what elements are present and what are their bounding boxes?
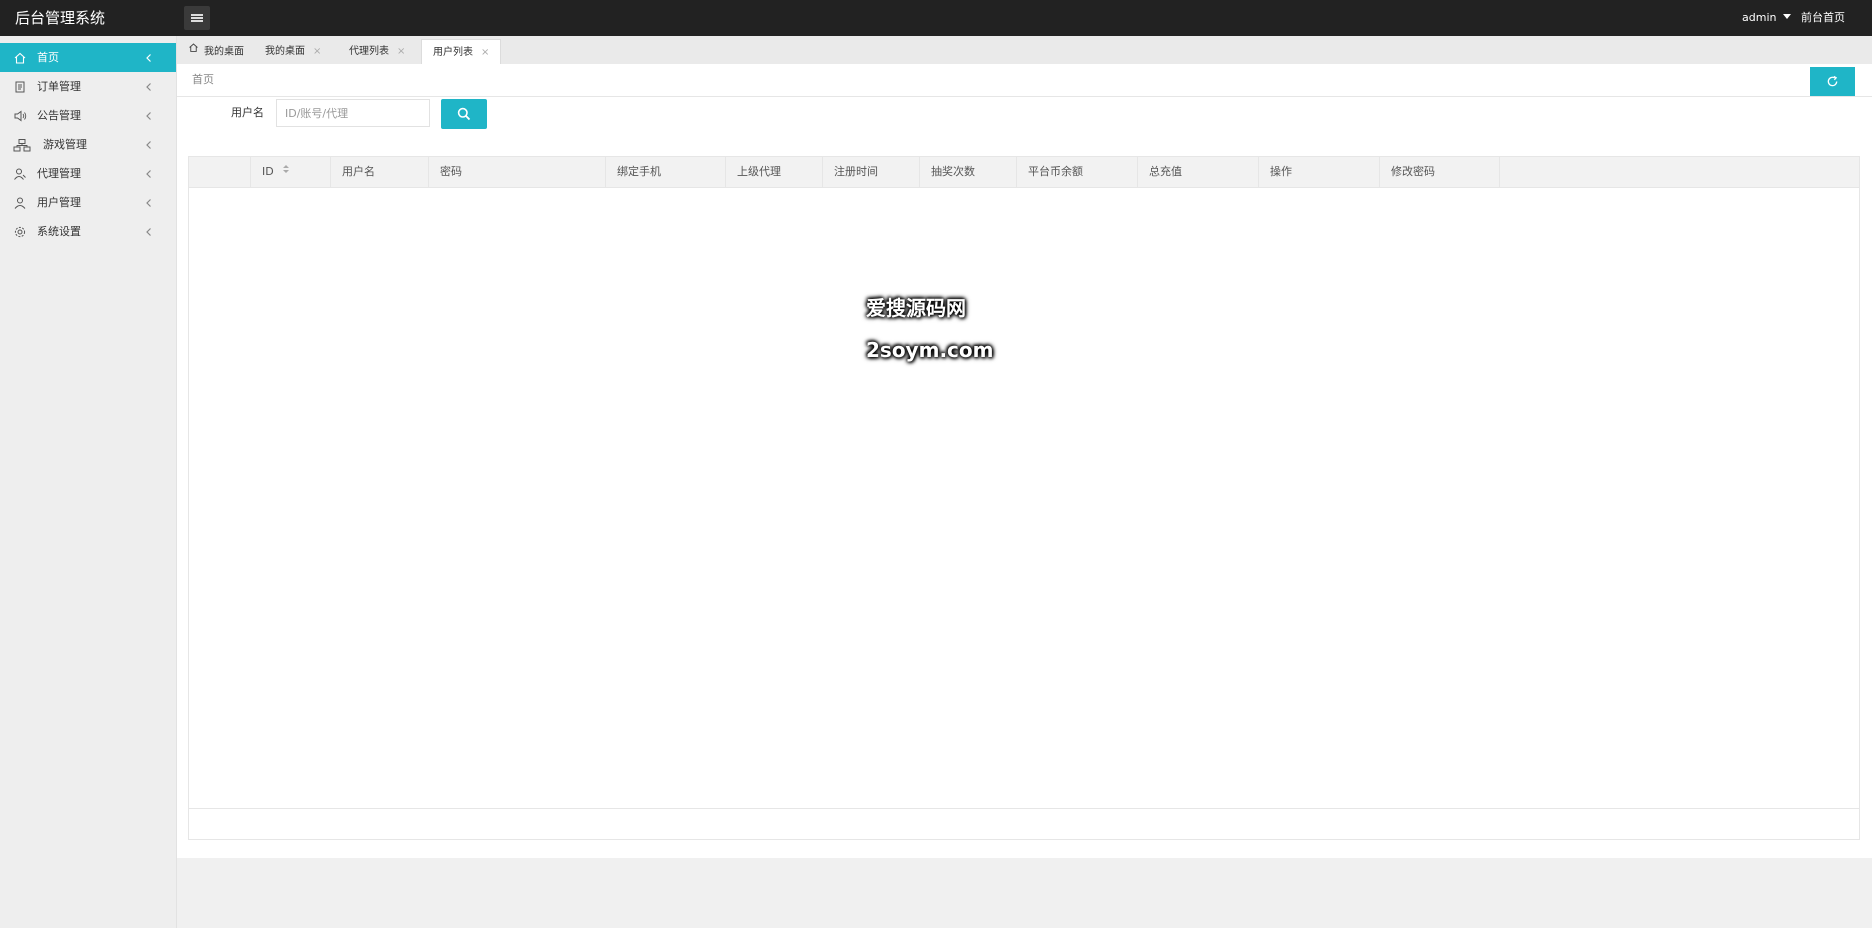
tab-label: 代理列表 [349, 46, 389, 57]
tab-label: 我的桌面 [265, 46, 305, 57]
user-table: ID 用户名 密码 绑定手机 上级代理 注册时间 抽奖次数 平台币余额 总充值 … [188, 156, 1860, 840]
caret-down-icon [1783, 13, 1792, 19]
document-icon [13, 80, 27, 94]
table-header-password: 密码 [429, 157, 606, 187]
search-icon [457, 107, 471, 121]
table-header-actions: 操作 [1259, 157, 1380, 187]
search-button[interactable] [441, 99, 487, 129]
user-name: admin [1742, 11, 1777, 24]
tab-label: 我的桌面 [204, 46, 244, 58]
sidebar-item-orders[interactable]: 订单管理 [0, 72, 176, 101]
chevron-left-icon [144, 111, 154, 121]
chevron-left-icon [144, 169, 154, 179]
sidebar-item-label: 用户管理 [37, 196, 81, 209]
sidebar: 首页 订单管理 公告管理 游戏管理 代理管理 用户管理 系统设置 [0, 36, 177, 928]
table-header-total-recharge: 总充值 [1138, 157, 1259, 187]
tab-user-list[interactable]: 用户列表 × [421, 39, 502, 66]
divider [177, 96, 1872, 97]
chevron-left-icon [144, 140, 154, 150]
app-title: 后台管理系统 [15, 9, 106, 27]
table-header-checkbox-col [189, 157, 251, 187]
tab-my-desktop-home[interactable]: 我的桌面 [188, 39, 244, 64]
search-label: 用户名 [231, 106, 264, 119]
chevron-left-icon [144, 227, 154, 237]
agent-icon [13, 167, 27, 181]
sidebar-item-label: 首页 [37, 51, 59, 64]
table-header-username: 用户名 [331, 157, 429, 187]
tab-my-desktop[interactable]: 我的桌面 × [265, 39, 321, 64]
table-footer-divider [189, 808, 1859, 809]
refresh-icon [1827, 75, 1838, 87]
user-menu[interactable]: admin [1742, 0, 1792, 36]
breadcrumb[interactable]: 首页 [192, 67, 214, 93]
user-icon [13, 196, 27, 210]
home-icon [13, 51, 27, 65]
table-header-phone: 绑定手机 [606, 157, 726, 187]
table-header-lottery-count: 抽奖次数 [920, 157, 1017, 187]
sidebar-item-label: 公告管理 [37, 109, 81, 122]
sidebar-item-label: 代理管理 [37, 167, 81, 180]
table-header-parent-agent: 上级代理 [726, 157, 823, 187]
table-header-register-time: 注册时间 [823, 157, 920, 187]
top-bar [0, 0, 1872, 36]
close-icon[interactable]: × [313, 46, 321, 57]
menu-toggle-button[interactable] [184, 6, 210, 30]
table-header-coin-balance: 平台币余额 [1017, 157, 1138, 187]
sidebar-item-agents[interactable]: 代理管理 [0, 159, 176, 188]
sidebar-item-settings[interactable]: 系统设置 [0, 217, 176, 246]
chevron-left-icon [144, 82, 154, 92]
sort-icon[interactable] [282, 156, 290, 186]
tab-label: 用户列表 [433, 47, 473, 58]
tab-bar: 我的桌面 我的桌面 × 代理列表 × 用户列表 × [177, 36, 1872, 66]
table-header-id[interactable]: ID [251, 157, 331, 187]
table-header: ID 用户名 密码 绑定手机 上级代理 注册时间 抽奖次数 平台币余额 总充值 … [189, 157, 1859, 188]
sidebar-item-label: 系统设置 [37, 225, 81, 238]
gear-icon [13, 225, 27, 239]
sidebar-item-games[interactable]: 游戏管理 [0, 130, 176, 159]
close-icon[interactable]: × [481, 47, 489, 58]
chevron-left-icon [144, 53, 154, 63]
watermark-url: 2soym.com [866, 338, 994, 362]
front-home-link[interactable]: 前台首页 [1801, 0, 1845, 36]
chevron-left-icon [144, 198, 154, 208]
watermark-text: 爱搜源码网 [866, 296, 966, 320]
table-header-change-password: 修改密码 [1380, 157, 1500, 187]
home-icon [188, 38, 199, 63]
sitemap-icon [13, 138, 31, 152]
close-icon[interactable]: × [397, 46, 405, 57]
tab-agent-list[interactable]: 代理列表 × [349, 39, 405, 64]
sidebar-item-home[interactable]: 首页 [0, 43, 176, 72]
search-input[interactable] [276, 99, 430, 127]
sidebar-item-label: 订单管理 [37, 80, 81, 93]
sidebar-item-announcements[interactable]: 公告管理 [0, 101, 176, 130]
sidebar-item-label: 游戏管理 [43, 138, 87, 151]
refresh-button[interactable] [1810, 67, 1855, 96]
speaker-icon [13, 109, 27, 123]
sidebar-item-users[interactable]: 用户管理 [0, 188, 176, 217]
